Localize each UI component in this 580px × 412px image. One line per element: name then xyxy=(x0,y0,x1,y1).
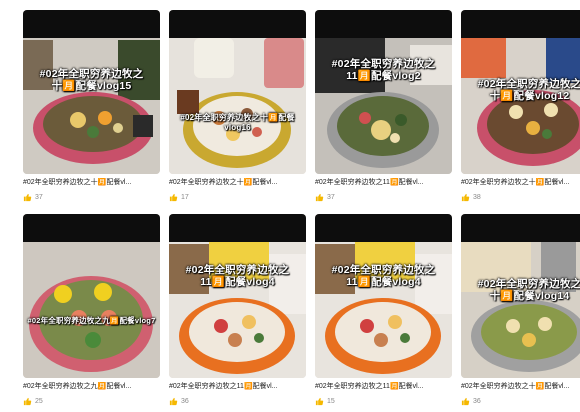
overlay-line: 11🈷️配餐vlog2 xyxy=(346,70,421,82)
overlay-line: #02年全职穷养边牧之 xyxy=(185,264,290,276)
video-title[interactable]: #02年全职穷养边牧之11🈷️配餐vl... xyxy=(315,382,452,392)
overlay-line: #02年全职穷养边牧之 xyxy=(39,68,144,80)
video-topbar xyxy=(315,10,452,38)
like-count: 17 xyxy=(181,193,189,201)
video-overlay-text: #02年全职穷养边牧之 11🈷️配餐vlog4 xyxy=(319,264,448,288)
like-count: 36 xyxy=(473,397,481,405)
video-card[interactable]: #02年全职穷养边牧之 11🈷️配餐vlog4 #02年全职穷养边牧之11🈷️配… xyxy=(169,214,306,412)
overlay-line: 十🈷️配餐vlog15 xyxy=(51,80,132,92)
thumbs-up-icon[interactable] xyxy=(23,397,32,406)
overlay-line: 11🈷️配餐vlog4 xyxy=(346,276,421,288)
video-meta: 37 xyxy=(23,192,160,202)
like-count: 36 xyxy=(181,397,189,405)
video-thumbnail[interactable]: #02年全职穷养边牧之 十🈷️配餐vlog15 xyxy=(23,10,160,174)
video-thumbnail[interactable]: #02年全职穷养边牧之 11🈷️配餐vlog4 xyxy=(169,214,306,378)
overlay-line: #02年全职穷养边牧之 xyxy=(477,278,580,290)
video-card[interactable]: #02年全职穷养边牧之 11🈷️配餐vlog2 #02年全职穷养边牧之11🈷️配… xyxy=(315,10,452,208)
video-title[interactable]: #02年全职穷养边牧之十🈷️配餐vl... xyxy=(169,178,306,188)
overlay-line: #02年全职穷养边牧之 xyxy=(331,264,436,276)
overlay-line: #02年全职穷养边牧之 xyxy=(477,78,580,90)
video-thumbnail[interactable]: #02年全职穷养边牧之 十🈷️配餐vlog14 xyxy=(461,214,580,378)
overlay-line: #02年全职穷养边牧之 xyxy=(331,58,436,70)
video-thumbnail[interactable]: #02年全职穷养边牧之十🈷️配餐vlog16 xyxy=(169,10,306,174)
video-title[interactable]: #02年全职穷养边牧之11🈷️配餐vl... xyxy=(315,178,452,188)
video-topbar xyxy=(169,10,306,38)
overlay-line: 十🈷️配餐vlog14 xyxy=(489,290,570,302)
video-title[interactable]: #02年全职穷养边牧之11🈷️配餐vl... xyxy=(169,382,306,392)
video-topbar xyxy=(169,214,306,242)
like-count: 15 xyxy=(327,397,335,405)
video-title[interactable]: #02年全职穷养边牧之九🈷️配餐vl... xyxy=(23,382,160,392)
video-title[interactable]: #02年全职穷养边牧之十🈷️配餐vl... xyxy=(461,382,580,392)
video-title[interactable]: #02年全职穷养边牧之十🈷️配餐vl... xyxy=(23,178,160,188)
like-count: 37 xyxy=(327,193,335,201)
video-overlay-text: #02年全职穷养边牧之 十🈷️配餐vlog15 xyxy=(27,68,156,92)
overlay-line: 十🈷️配餐vlog12 xyxy=(489,90,570,102)
video-overlay-text: #02年全职穷养边牧之十🈷️配餐vlog16 xyxy=(173,113,302,133)
video-meta: 36 xyxy=(169,396,306,406)
video-card[interactable]: #02年全职穷养边牧之 十🈷️配餐vlog12 #02年全职穷养边牧之十🈷️配餐… xyxy=(461,10,580,208)
overlay-line: 11🈷️配餐vlog4 xyxy=(200,276,275,288)
thumbs-up-icon[interactable] xyxy=(169,193,178,202)
video-thumbnail[interactable]: #02年全职穷养边牧之 十🈷️配餐vlog12 xyxy=(461,10,580,174)
video-meta: 38 xyxy=(461,192,580,202)
thumbs-up-icon[interactable] xyxy=(315,193,324,202)
video-overlay-text: #02年全职穷养边牧之 11🈷️配餐vlog2 xyxy=(319,58,448,82)
video-meta: 17 xyxy=(169,192,306,202)
video-thumbnail[interactable]: #02年全职穷养边牧之九🈷️配餐vlog7 xyxy=(23,214,160,378)
overlay-line: #02年全职穷养边牧之九🈷️配餐vlog7 xyxy=(27,316,156,325)
video-grid: #02年全职穷养边牧之 十🈷️配餐vlog15 #02年全职穷养边牧之十🈷️配餐… xyxy=(23,10,580,412)
like-count: 25 xyxy=(35,397,43,405)
video-overlay-text: #02年全职穷养边牧之 11🈷️配餐vlog4 xyxy=(173,264,302,288)
video-card[interactable]: #02年全职穷养边牧之 十🈷️配餐vlog15 #02年全职穷养边牧之十🈷️配餐… xyxy=(23,10,160,208)
video-topbar xyxy=(461,214,580,242)
video-meta: 37 xyxy=(315,192,452,202)
overlay-line: #02年全职穷养边牧之十🈷️配餐vlog16 xyxy=(180,113,295,132)
like-count: 37 xyxy=(35,193,43,201)
video-card[interactable]: #02年全职穷养边牧之九🈷️配餐vlog7 #02年全职穷养边牧之九🈷️配餐vl… xyxy=(23,214,160,412)
like-count: 38 xyxy=(473,193,481,201)
video-topbar xyxy=(315,214,452,242)
video-meta: 15 xyxy=(315,396,452,406)
video-thumbnail[interactable]: #02年全职穷养边牧之 11🈷️配餐vlog2 xyxy=(315,10,452,174)
video-card[interactable]: #02年全职穷养边牧之十🈷️配餐vlog16 #02年全职穷养边牧之十🈷️配餐v… xyxy=(169,10,306,208)
video-meta: 25 xyxy=(23,396,160,406)
thumbs-up-icon[interactable] xyxy=(315,397,324,406)
video-topbar xyxy=(23,10,160,38)
video-meta: 36 xyxy=(461,396,580,406)
video-overlay-text: #02年全职穷养边牧之 十🈷️配餐vlog12 xyxy=(465,78,580,102)
thumbs-up-icon[interactable] xyxy=(461,397,470,406)
video-card[interactable]: #02年全职穷养边牧之 11🈷️配餐vlog4 #02年全职穷养边牧之11🈷️配… xyxy=(315,214,452,412)
video-title[interactable]: #02年全职穷养边牧之十🈷️配餐vl... xyxy=(461,178,580,188)
video-topbar xyxy=(461,10,580,38)
thumbs-up-icon[interactable] xyxy=(461,193,470,202)
video-card[interactable]: #02年全职穷养边牧之 十🈷️配餐vlog14 #02年全职穷养边牧之十🈷️配餐… xyxy=(461,214,580,412)
video-topbar xyxy=(23,214,160,242)
video-overlay-text: #02年全职穷养边牧之 十🈷️配餐vlog14 xyxy=(465,278,580,302)
thumbs-up-icon[interactable] xyxy=(169,397,178,406)
thumbs-up-icon[interactable] xyxy=(23,193,32,202)
video-thumbnail[interactable]: #02年全职穷养边牧之 11🈷️配餐vlog4 xyxy=(315,214,452,378)
video-overlay-text: #02年全职穷养边牧之九🈷️配餐vlog7 xyxy=(27,316,156,325)
